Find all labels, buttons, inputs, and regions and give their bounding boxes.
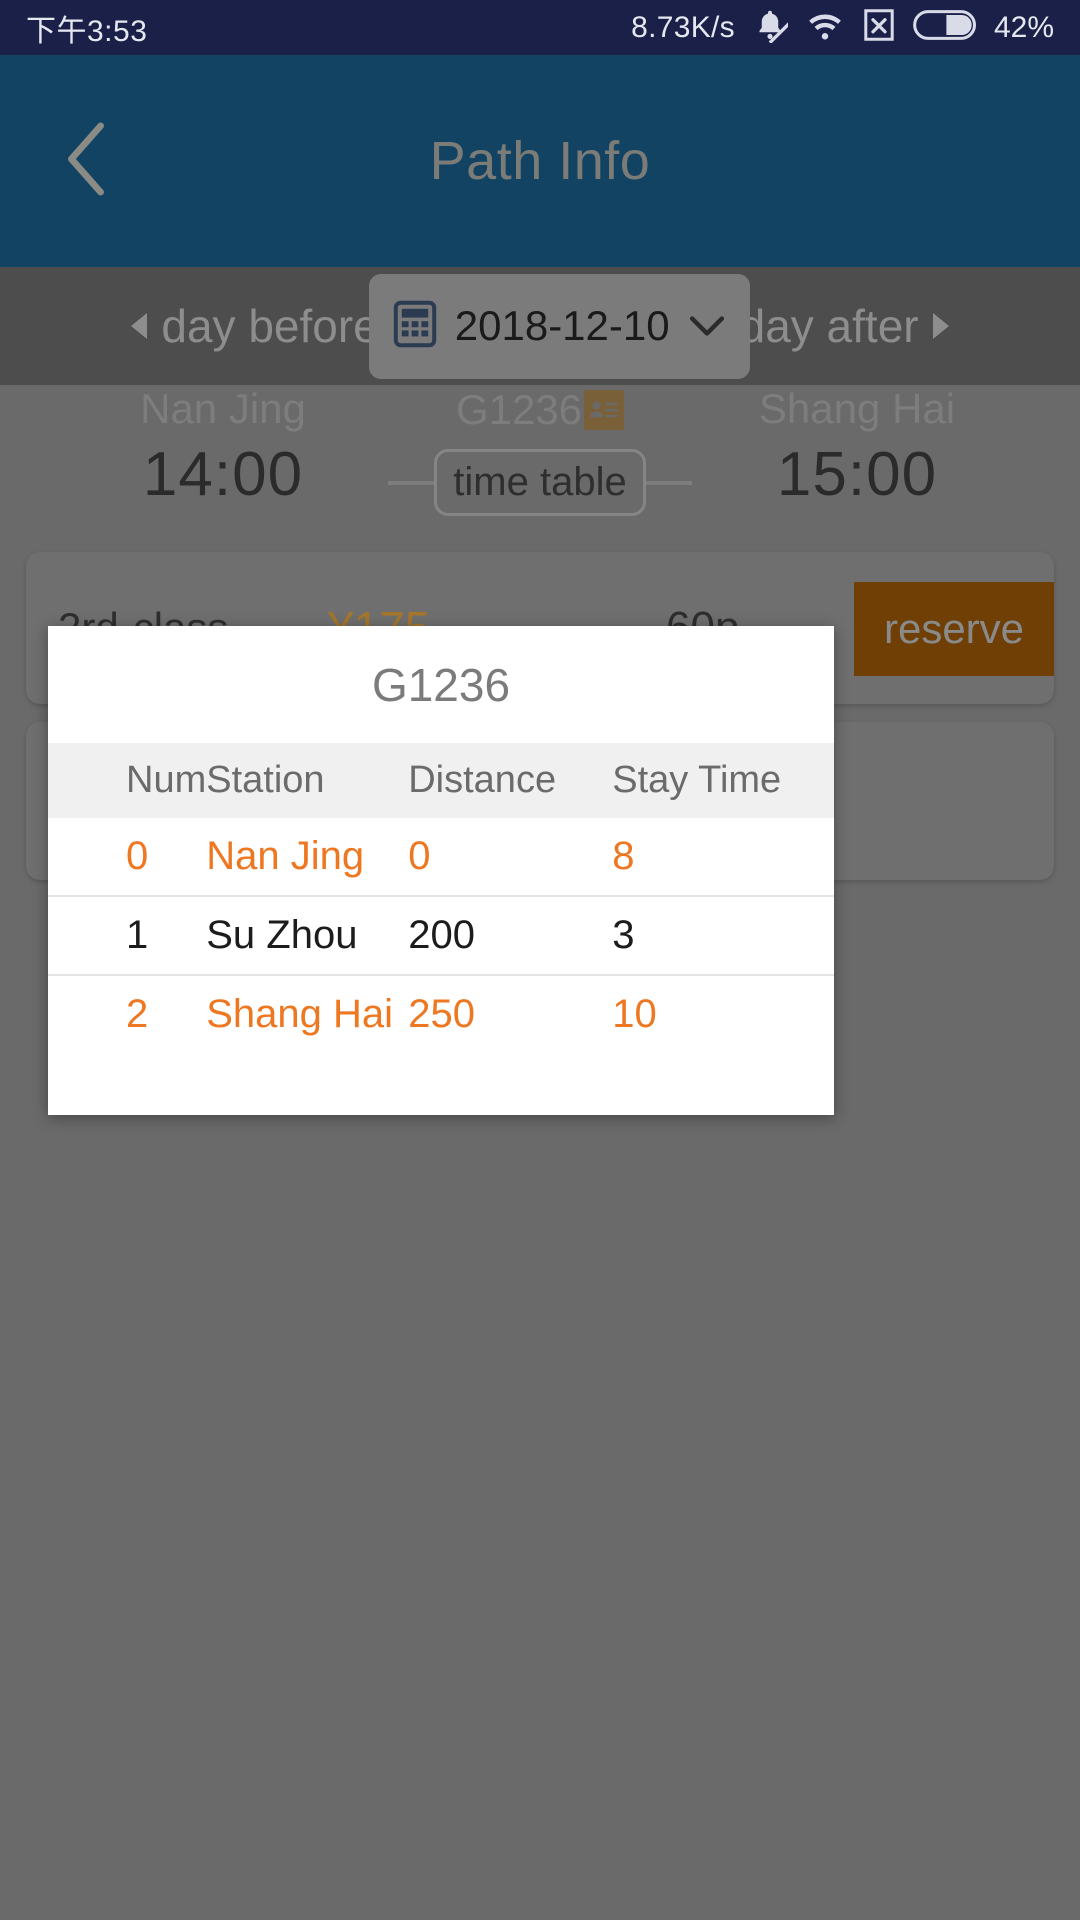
cell-num: 1 bbox=[126, 913, 149, 957]
date-picker-button[interactable]: 2018-12-10 bbox=[368, 273, 750, 379]
column-header-num: Num bbox=[126, 759, 207, 801]
chevron-left-icon bbox=[60, 120, 114, 203]
route-line-right bbox=[645, 480, 692, 485]
selected-date-label: 2018-12-10 bbox=[454, 302, 670, 349]
cell-station: Shang Hai bbox=[206, 992, 394, 1036]
status-bar-indicators: 8.73K/s 42% bbox=[631, 7, 1054, 48]
day-before-label: day before bbox=[161, 300, 379, 352]
cell-stay-time: 3 bbox=[612, 913, 635, 957]
status-bar: 下午3:53 8.73K/s 42% bbox=[0, 0, 1080, 55]
triangle-left-icon bbox=[131, 313, 148, 339]
cell-distance: 200 bbox=[408, 913, 475, 957]
cell-station: Nan Jing bbox=[206, 834, 365, 878]
destination-station-label: Shang Hai bbox=[758, 385, 956, 432]
calendar-icon bbox=[393, 300, 437, 353]
reserve-button[interactable]: reserve bbox=[854, 582, 1054, 676]
column-header-station: Station bbox=[206, 759, 325, 801]
train-number-label: G1236 bbox=[455, 386, 583, 433]
table-row[interactable]: 1 Su Zhou 200 3 bbox=[48, 896, 834, 975]
table-header-row: Num Station Distance Stay Time bbox=[48, 743, 834, 818]
wifi-icon bbox=[805, 7, 845, 48]
app-header: Path Info bbox=[0, 55, 1080, 267]
column-header-distance: Distance bbox=[408, 759, 557, 801]
origin-station-label: Nan Jing bbox=[140, 385, 306, 432]
column-header-stay-time: Stay Time bbox=[612, 759, 782, 801]
date-selector-bar: day before 2018-12-10 day after bbox=[0, 267, 1080, 385]
origin-time-label: 14:00 bbox=[142, 440, 304, 509]
table-row[interactable]: 0 Nan Jing 0 8 bbox=[48, 818, 834, 896]
time-table-button[interactable]: time table bbox=[434, 449, 646, 516]
cell-distance: 0 bbox=[408, 834, 431, 878]
day-before-button[interactable]: day before bbox=[131, 299, 379, 353]
timetable-table: Num Station Distance Stay Time 0 Nan Jin… bbox=[48, 743, 834, 1053]
page-title: Path Info bbox=[429, 131, 651, 191]
mute-bell-icon bbox=[752, 7, 799, 48]
train-number-row: G1236 bbox=[375, 385, 705, 435]
timetable-dialog: G1236 Num Station Distance Stay Time 0 N… bbox=[48, 626, 834, 1115]
back-button[interactable] bbox=[48, 122, 126, 200]
route-line-left bbox=[388, 480, 435, 485]
network-speed-label: 8.73K/s bbox=[631, 10, 735, 44]
cell-station: Su Zhou bbox=[206, 913, 358, 957]
cell-num: 2 bbox=[126, 992, 149, 1036]
dialog-footer-space bbox=[48, 1053, 834, 1115]
destination-column: Shang Hai 15:00 bbox=[692, 385, 1022, 510]
table-row[interactable]: 2 Shang Hai 250 10 bbox=[48, 975, 834, 1053]
cell-distance: 250 bbox=[408, 992, 475, 1036]
cell-stay-time: 8 bbox=[612, 834, 635, 878]
battery-icon bbox=[913, 8, 977, 47]
dialog-title: G1236 bbox=[371, 658, 511, 711]
sim-error-icon bbox=[862, 7, 896, 48]
chevron-down-icon bbox=[688, 313, 726, 339]
table-body: 0 Nan Jing 0 8 1 Su Zhou 200 3 2 Shang H… bbox=[48, 818, 834, 1053]
status-bar-clock: 下午3:53 bbox=[26, 14, 148, 48]
triangle-right-icon bbox=[932, 313, 949, 339]
id-card-icon[interactable] bbox=[584, 390, 625, 430]
cell-num: 0 bbox=[126, 834, 149, 878]
day-after-label: day after bbox=[739, 300, 919, 352]
route-summary: Nan Jing 14:00 G1236 time table Shang Ha… bbox=[0, 385, 1080, 547]
cell-stay-time: 10 bbox=[612, 992, 657, 1036]
origin-column: Nan Jing 14:00 bbox=[58, 385, 388, 510]
battery-percent-label: 42% bbox=[993, 10, 1054, 44]
train-column: G1236 time table bbox=[375, 385, 705, 516]
destination-time-label: 15:00 bbox=[776, 440, 938, 509]
day-after-button[interactable]: day after bbox=[740, 299, 949, 353]
timetable-row: time table bbox=[375, 449, 705, 516]
table-head: Num Station Distance Stay Time bbox=[48, 743, 834, 818]
